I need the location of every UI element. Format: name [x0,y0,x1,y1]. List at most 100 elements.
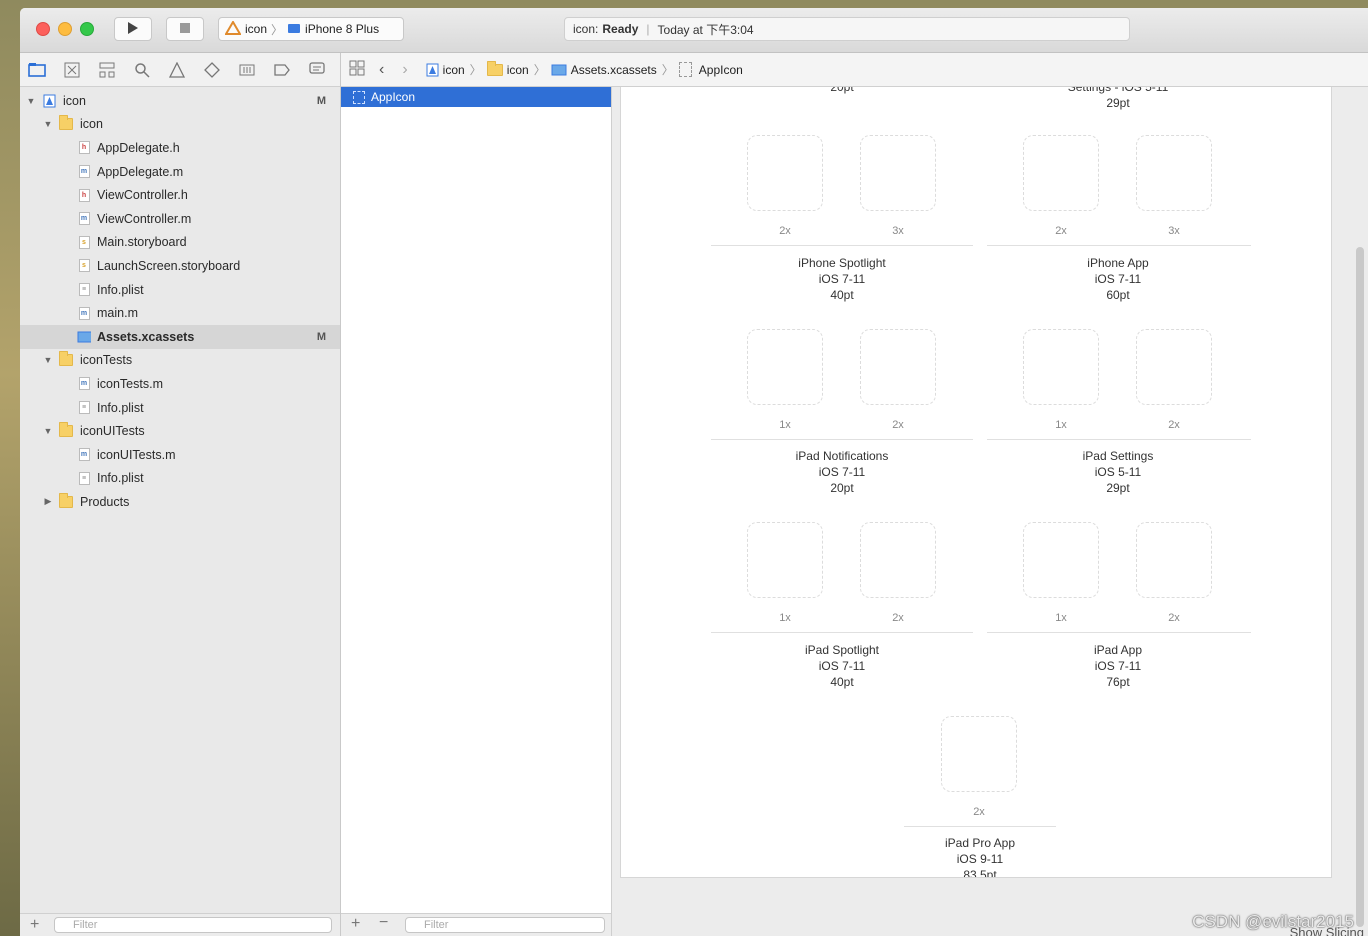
disclosure-closed-icon: ▶ [44,496,52,507]
icon-group-label: iPad Spotlight iOS 7-11 40pt [722,642,962,690]
scale-label: 2x [892,612,904,624]
modified-flag: M [316,94,326,107]
report-navigator-tab[interactable] [306,60,328,80]
icon-slot[interactable] [1023,329,1099,405]
breakpoint-navigator-tab[interactable] [271,60,293,80]
debug-navigator-tab[interactable] [236,60,258,80]
filter-placeholder: Filter [424,919,449,931]
zoom-window-button[interactable] [80,22,94,36]
test-navigator-tab[interactable] [201,60,223,80]
tree-row-label: Info.plist [97,400,144,415]
minimize-window-button[interactable] [58,22,72,36]
breadcrumb-label: Assets.xcassets [570,62,657,77]
breadcrumb-asset-catalog[interactable]: Assets.xcassets [551,63,657,77]
breadcrumb-appicon[interactable]: AppIcon [678,62,743,77]
breadcrumb-group[interactable]: icon [486,60,529,77]
icon-slot[interactable] [747,522,823,598]
breadcrumb-label: AppIcon [698,62,743,77]
group-size: 29pt [1106,481,1130,495]
activity-time: Today at 下午3:04 [657,22,754,37]
tree-row-group[interactable]: ▼ iconUITests [20,419,340,443]
appicon-canvas: 20pt Settings - iOS 5-11 29pt 2x 3x iPho… [620,87,1332,878]
vertical-scrollbar[interactable] [1356,247,1364,927]
tree-row-file[interactable]: ≡ Info.plist [20,278,340,302]
tree-row-file[interactable]: s Main.storyboard [20,231,340,255]
group-os: iOS 7-11 [818,659,866,673]
tree-row-group[interactable]: ▶ Products [20,490,340,514]
icon-slot[interactable] [941,716,1017,792]
add-icon[interactable]: + [30,916,39,934]
asset-list: AppIcon + − Filter [341,87,612,936]
remove-icon[interactable]: − [379,914,388,932]
tree-row-label: ViewController.m [97,211,192,226]
scale-label: 2x [973,806,985,818]
tree-row-file[interactable]: m AppDelegate.m [20,160,340,184]
issue-navigator-tab[interactable] [166,60,188,80]
project-icon [426,63,439,76]
breadcrumb-label: icon [506,62,529,77]
icon-slot[interactable] [860,135,936,211]
find-navigator-tab[interactable] [131,60,153,80]
tree-row-file[interactable]: ≡ Info.plist [20,396,340,420]
tree-row-file[interactable]: m iconTests.m [20,372,340,396]
tree-row-label: Info.plist [97,471,144,486]
tree-row-file[interactable]: ≡ Info.plist [20,467,340,491]
tree-row-file-selected[interactable]: Assets.xcassets M [20,324,340,349]
tree-row-group[interactable]: ▼ iconTests [20,349,340,373]
run-button[interactable] [114,17,152,41]
icon-group-label: iPhone App iOS 7-11 60pt [998,255,1238,303]
tree-row-file[interactable]: h AppDelegate.h [20,136,340,160]
forward-chevron-icon[interactable]: › [402,61,407,79]
breakpoint-icon [274,63,290,76]
jump-bar: ‹ › icon 〉 icon 〉 Assets.xcassets 〉 AppI… [341,53,1368,87]
icon-slot[interactable] [1023,135,1099,211]
asset-row-appicon[interactable]: AppIcon [341,87,611,107]
tree-row-file[interactable]: m iconUITests.m [20,443,340,467]
icon-group-label: iPad Pro App iOS 9-11 83.5pt [860,835,1100,878]
tree-row-label: Main.storyboard [97,235,187,250]
related-items-icon[interactable] [349,60,365,79]
group-size: 83.5pt [963,868,997,878]
group-os: iOS 7-11 [1094,659,1142,673]
disclosure-open-icon: ▼ [43,355,53,366]
cut-off-size-label: 20pt [830,87,854,94]
navigator-filter-input[interactable]: Filter [54,917,332,933]
add-icon[interactable]: + [351,915,360,933]
source-file-icon: m [77,306,91,320]
tree-row-file[interactable]: m main.m [20,301,340,325]
icon-slot[interactable] [747,329,823,405]
asset-filter-input[interactable]: Filter [405,917,605,933]
tree-row-label: Assets.xcassets [97,329,195,344]
tree-row-file[interactable]: s LaunchScreen.storyboard [20,254,340,278]
icon-group-label: iPad Notifications iOS 7-11 20pt [722,448,962,496]
back-chevron-icon[interactable]: ‹ [379,61,384,79]
icon-slot[interactable] [1023,522,1099,598]
group-divider [987,632,1251,633]
icon-slot[interactable] [1136,135,1212,211]
tree-row-label: icon [80,117,103,132]
breadcrumb-project[interactable]: icon [426,63,465,77]
tree-row-file[interactable]: h ViewController.h [20,183,340,207]
activity-viewer: icon: Ready | Today at 下午3:04 [564,17,1130,41]
file-tree: ▼ icon M ▼ icon h AppDelegate.h m AppDel… [20,87,340,514]
tree-row-label: AppDelegate.m [97,164,184,179]
symbol-navigator-tab[interactable] [96,60,118,80]
tree-row-group[interactable]: ▼ icon [20,113,340,137]
scheme-selector[interactable]: icon 〉 iPhone 8 Plus [218,17,404,41]
stop-button[interactable] [166,17,204,41]
icon-slot[interactable] [860,329,936,405]
tree-row-label: iconUITests [80,424,145,439]
close-window-button[interactable] [36,22,50,36]
icon-slot[interactable] [860,522,936,598]
icon-slot[interactable] [1136,329,1212,405]
tree-row-project[interactable]: ▼ icon M [20,89,340,113]
icon-slot[interactable] [747,135,823,211]
tree-row-file[interactable]: m ViewController.m [20,207,340,231]
icon-slot[interactable] [1136,522,1212,598]
icon-group-label: iPhone Spotlight iOS 7-11 40pt [722,255,962,303]
project-navigator-tab[interactable] [26,60,48,80]
asset-filter-bar: + − Filter [341,913,611,936]
folder-icon [59,351,73,367]
project-icon [42,94,56,108]
source-control-tab[interactable] [61,60,83,80]
